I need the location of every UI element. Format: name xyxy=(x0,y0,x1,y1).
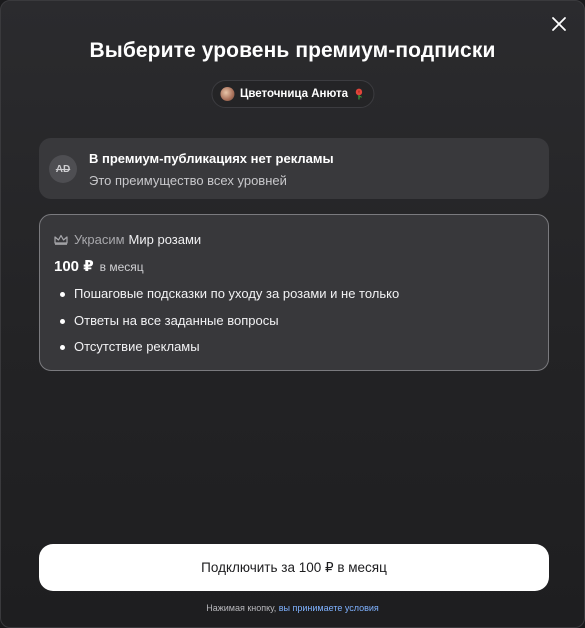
adfree-subtitle: Это преимущество всех уровней xyxy=(89,173,287,188)
price-amount: 100 ₽ xyxy=(54,258,94,275)
dialog-title: Выберите уровень премиум-подписки xyxy=(89,39,496,62)
close-button[interactable] xyxy=(548,13,570,35)
tier-card[interactable]: Украсим Мир розами 100 ₽ в месяц Пошагов… xyxy=(39,214,549,371)
tier-header: Украсим Мир розами xyxy=(54,232,201,247)
terms-notice: Нажимая кнопку, вы принимаете условия xyxy=(1,603,584,613)
avatar xyxy=(219,87,234,101)
benefit-list: Пошаговые подсказки по уходу за розами и… xyxy=(60,285,399,365)
author-chip[interactable]: Цветочница Анюта xyxy=(210,80,375,108)
rose-icon xyxy=(355,88,362,100)
subscribe-button[interactable]: Подключить за 100 ₽ в месяц xyxy=(39,544,549,591)
author-name: Цветочница Анюта xyxy=(239,88,349,100)
crown-icon xyxy=(54,234,68,245)
close-icon xyxy=(552,17,566,31)
price-period: в месяц xyxy=(99,260,144,274)
list-item: Отсутствие рекламы xyxy=(60,338,399,365)
tier-name: Мир розами xyxy=(128,232,202,247)
premium-subscription-dialog: Выберите уровень премиум-подписки Цветоч… xyxy=(0,0,585,628)
tier-prefix: Украсим xyxy=(74,232,125,247)
terms-prefix: Нажимая кнопку, xyxy=(206,603,277,613)
adfree-benefit-card: AD В премиум-публикациях нет рекламы Это… xyxy=(39,138,549,199)
adfree-title: В премиум-публикациях нет рекламы xyxy=(89,151,334,166)
list-item: Ответы на все заданные вопросы xyxy=(60,312,399,339)
price-row: 100 ₽ в месяц xyxy=(54,257,144,275)
terms-link[interactable]: вы принимаете условия xyxy=(279,603,379,613)
list-item: Пошаговые подсказки по уходу за розами и… xyxy=(60,285,399,312)
no-ads-icon: AD xyxy=(49,155,77,183)
